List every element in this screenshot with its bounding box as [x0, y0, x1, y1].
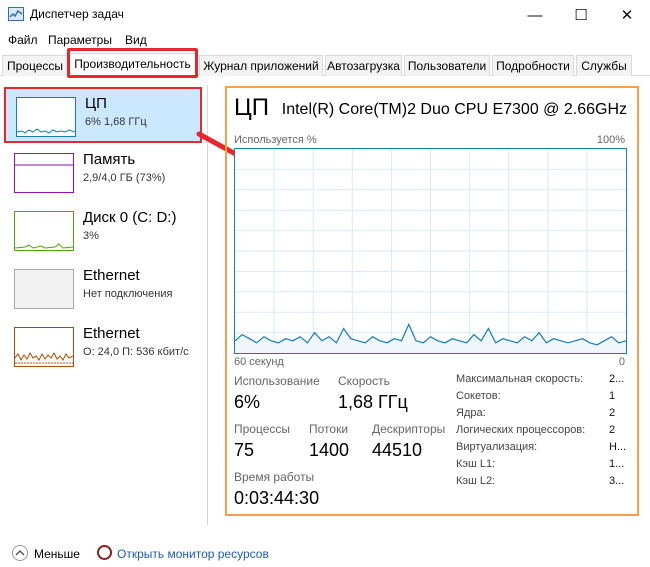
sidebar-item-label: ЦП: [85, 95, 107, 112]
spec-label-l1: Кэш L1:: [456, 458, 496, 470]
sidebar-item-label: Ethernet: [83, 325, 140, 342]
footer-bar: Меньше Открыть монитор ресурсов: [0, 540, 650, 567]
disk-thumbnail: [14, 211, 74, 251]
cpu-detail-panel: ЦП Intel(R) Core(TM)2 Duo CPU E7300 @ 2.…: [225, 86, 639, 516]
processes-label: Процессы: [234, 422, 291, 436]
threads-value: 1400: [309, 440, 350, 460]
ethernet-thumbnail: [14, 327, 74, 367]
uptime-value: 0:03:44:30: [234, 488, 320, 508]
sidebar-item-detail: 2,9/4,0 ГБ (73%): [83, 172, 166, 184]
tab-details[interactable]: Подробности: [492, 55, 574, 76]
cpu-model-name: Intel(R) Core(TM)2 Duo CPU E7300 @ 2.66G…: [281, 101, 627, 118]
threads-label: Потоки: [309, 422, 349, 436]
menu-file[interactable]: Файл: [8, 33, 38, 47]
spec-label-sockets: Сокетов:: [456, 390, 501, 402]
tab-startup[interactable]: Автозагрузка: [325, 55, 402, 76]
memory-thumbnail: [14, 153, 74, 193]
spec-value-sockets: 1: [609, 390, 616, 402]
processes-value: 75: [234, 440, 255, 460]
chevron-up-icon: [15, 550, 25, 556]
graph-y-max-label: 100%: [596, 134, 625, 146]
uptime-label: Время работы: [234, 470, 315, 484]
spec-value-l2: 3...: [609, 475, 625, 487]
window-title: Диспетчер задач: [30, 7, 124, 21]
resource-monitor-icon: [97, 545, 112, 560]
panel-title: ЦП: [234, 94, 270, 121]
tab-highlight-frame: [67, 48, 198, 78]
sidebar-item-ethernet-1[interactable]: Ethernet Нет подключения: [4, 261, 202, 317]
spec-value-max-speed: 2...: [609, 373, 625, 385]
speed-value: 1,68 ГГц: [338, 392, 408, 412]
sidebar-item-detail: Нет подключения: [83, 288, 173, 300]
fewer-details-label[interactable]: Меньше: [34, 547, 80, 561]
graph-x-left-label: 60 секунд: [234, 356, 284, 368]
tab-processes[interactable]: Процессы: [2, 55, 68, 76]
task-manager-icon: [8, 7, 24, 21]
handles-value: 44510: [372, 440, 423, 460]
usage-value: 6%: [234, 392, 261, 412]
spec-value-virtualization: Н...: [609, 441, 627, 453]
resource-sidebar: ЦП 6% 1,68 ГГц Память 2,9/4,0 ГБ (73%) Д…: [0, 85, 206, 525]
fewer-details-button[interactable]: [12, 545, 28, 561]
minimize-button[interactable]: —: [512, 0, 558, 30]
tab-app-history[interactable]: Журнал приложений: [199, 55, 323, 76]
sidebar-item-detail: О: 24,0 П: 536 кбит/с: [83, 346, 189, 358]
open-resource-monitor-link[interactable]: Открыть монитор ресурсов: [117, 547, 269, 561]
title-bar: Диспетчер задач — ☐ ✕: [0, 0, 650, 30]
cpu-thumbnail: [16, 97, 76, 137]
sidebar-item-detail: 3%: [83, 230, 99, 242]
spec-label-l2: Кэш L2:: [456, 475, 496, 487]
menu-view[interactable]: Вид: [125, 33, 147, 47]
sidebar-item-cpu[interactable]: ЦП 6% 1,68 ГГц: [4, 87, 202, 143]
sidebar-item-label: Ethernet: [83, 267, 140, 284]
sidebar-item-detail: 6% 1,68 ГГц: [85, 116, 147, 128]
tab-users[interactable]: Пользователи: [404, 55, 490, 76]
usage-label: Использование: [234, 374, 320, 388]
maximize-button[interactable]: ☐: [558, 0, 604, 30]
menu-options[interactable]: Параметры: [48, 33, 112, 47]
close-button[interactable]: ✕: [604, 0, 650, 30]
cpu-usage-graph: [234, 148, 627, 354]
spec-label-max-speed: Максимальная скорость:: [456, 373, 584, 385]
speed-label: Скорость: [338, 374, 390, 388]
spec-label-logical: Логических процессоров:: [456, 424, 586, 436]
tab-services[interactable]: Службы: [576, 55, 632, 76]
sidebar-item-disk[interactable]: Диск 0 (C: D:) 3%: [4, 203, 202, 259]
graph-x-right-label: 0: [618, 356, 625, 368]
ethernet-thumbnail: [14, 269, 74, 309]
spec-value-l1: 1...: [609, 458, 625, 470]
cpu-usage-chart: [234, 149, 627, 353]
spec-value-logical: 2: [609, 424, 616, 436]
sidebar-item-ethernet-2[interactable]: Ethernet О: 24,0 П: 536 кбит/с: [4, 319, 202, 375]
spec-value-cores: 2: [609, 407, 616, 419]
handles-label: Дескрипторы: [372, 422, 446, 436]
spec-label-cores: Ядра:: [456, 407, 486, 419]
graph-y-label: Используется %: [234, 134, 317, 146]
sidebar-item-label: Память: [83, 151, 136, 168]
spec-label-virtualization: Виртуализация:: [456, 441, 538, 453]
sidebar-item-memory[interactable]: Память 2,9/4,0 ГБ (73%): [4, 145, 202, 201]
sidebar-item-label: Диск 0 (C: D:): [83, 209, 177, 226]
